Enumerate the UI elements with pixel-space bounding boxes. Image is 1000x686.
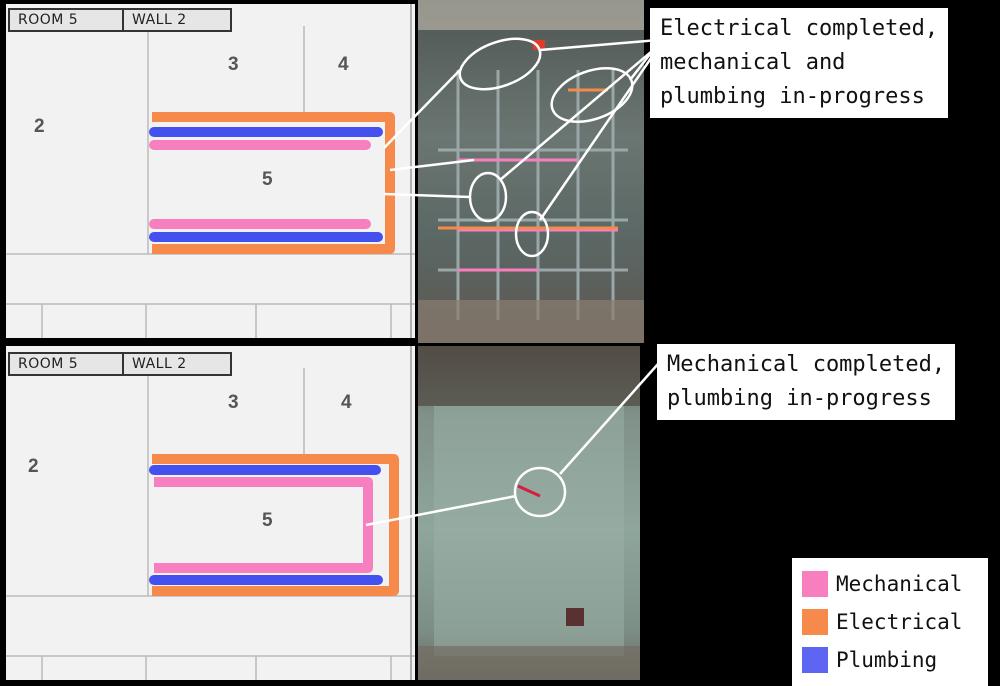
- swatch-plumbing: [802, 647, 828, 673]
- legend-label: Mechanical: [836, 572, 963, 596]
- swatch-electrical: [802, 609, 828, 635]
- swatch-mechanical: [802, 571, 828, 597]
- legend-item-electrical: Electrical: [802, 608, 962, 636]
- callout-bottom: Mechanical completed, plumbing in-progre…: [657, 344, 956, 420]
- legend-item-plumbing: Plumbing: [802, 646, 937, 674]
- legend-label: Electrical: [836, 610, 963, 634]
- legend-label: Plumbing: [836, 648, 938, 672]
- legend: Mechanical Electrical Plumbing: [792, 558, 988, 686]
- callout-top: Electrical completed, mechanical and plu…: [650, 8, 949, 118]
- legend-item-mechanical: Mechanical: [802, 570, 962, 598]
